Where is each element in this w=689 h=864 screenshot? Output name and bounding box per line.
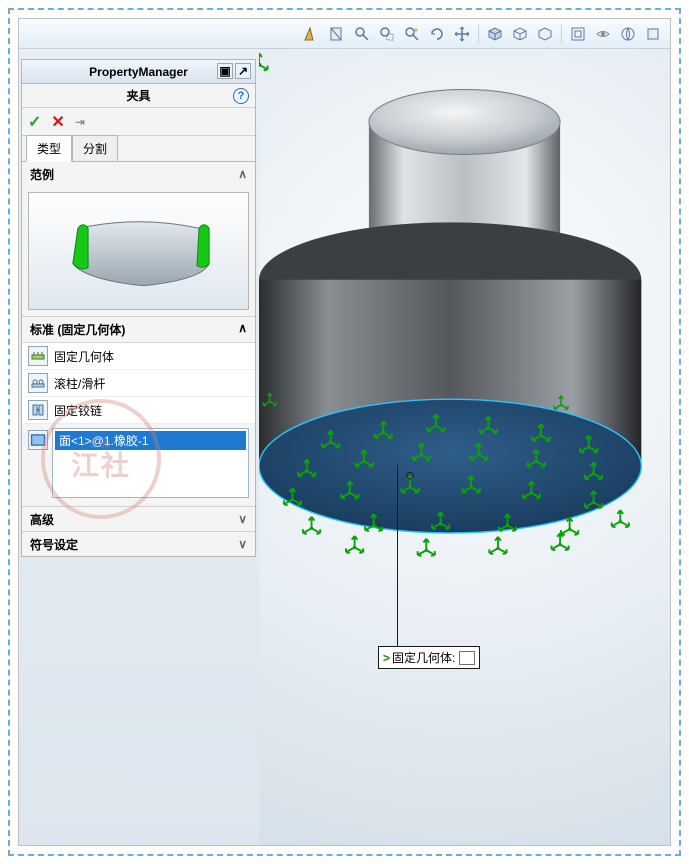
ok-button[interactable]: ✓ [28, 112, 41, 132]
scene-icon[interactable] [617, 23, 639, 45]
pm-header-controls: ▣ ↗ [217, 63, 251, 79]
fixed-geometry-icon [28, 346, 48, 366]
roller-icon [28, 373, 48, 393]
tooltip-arrow-glyph: > [383, 651, 390, 665]
ok-cancel-bar: ✓ ✕ ⇥ [22, 108, 255, 136]
chevron-up-icon: ∧ [238, 167, 247, 181]
section-advanced: 高级 ∨ [22, 507, 255, 532]
tab-type[interactable]: 类型 [26, 135, 72, 162]
chevron-down-icon: ∨ [238, 537, 247, 551]
graphics-viewport[interactable] [259, 49, 670, 845]
tab-split[interactable]: 分割 [72, 135, 118, 162]
toolbar-separator [561, 25, 562, 43]
model-scene [259, 49, 670, 845]
std-item-label: 滚柱/滑杆 [54, 375, 105, 392]
normal-to-icon[interactable] [301, 23, 323, 45]
chevron-up-icon: ∧ [238, 321, 247, 338]
pm-tabs: 类型 分割 [22, 136, 255, 162]
section-symbol-title: 符号设定 [30, 536, 78, 553]
wireframe-icon[interactable] [509, 23, 531, 45]
feature-name: 夹具 [126, 87, 150, 104]
selected-bottom-face[interactable] [259, 399, 641, 533]
shaded-icon[interactable] [484, 23, 506, 45]
pm-header: PropertyManager ▣ ↗ [22, 60, 255, 84]
hinge-icon [28, 400, 48, 420]
feature-name-header: 夹具 ? [22, 84, 255, 108]
section-advanced-header[interactable]: 高级 ∨ [22, 507, 255, 531]
watermark-cn: 江社 [71, 451, 131, 480]
apply-icon[interactable] [642, 23, 664, 45]
zoom-fit-icon[interactable] [351, 23, 373, 45]
section-example-header[interactable]: 范例 ∧ [22, 162, 255, 186]
watermark-en: SW [89, 437, 112, 451]
lower-cylinder [259, 222, 641, 533]
pan-icon[interactable] [451, 23, 473, 45]
section-symbol-header[interactable]: 符号设定 ∨ [22, 532, 255, 556]
fixture-glyphs [259, 53, 268, 70]
view-toolbar [19, 19, 670, 49]
rotate-icon[interactable] [426, 23, 448, 45]
fixture-tooltip: > 固定几何体: [378, 646, 480, 669]
section-advanced-title: 高级 [30, 511, 54, 528]
section-example: 范例 ∧ [22, 162, 255, 317]
section-view-icon[interactable] [326, 23, 348, 45]
cancel-button[interactable]: ✕ [51, 112, 64, 132]
section-example-title: 范例 [30, 166, 54, 183]
visibility-icon[interactable] [592, 23, 614, 45]
app-window: PropertyManager ▣ ↗ 夹具 ? ✓ ✕ ⇥ 类型 分割 范例 … [18, 18, 671, 846]
perspective-icon[interactable] [567, 23, 589, 45]
tooltip-label: 固定几何体: [392, 649, 455, 666]
help-icon[interactable]: ? [233, 88, 249, 104]
zoom-area-icon[interactable] [376, 23, 398, 45]
std-item-roller[interactable]: 滚柱/滑杆 [22, 370, 255, 397]
toolbar-separator [478, 25, 479, 43]
pm-expand-icon[interactable]: ↗ [235, 63, 251, 79]
example-thumbnail [28, 192, 249, 310]
chevron-down-icon: ∨ [238, 512, 247, 526]
section-standard-title: 标准 (固定几何体) [30, 321, 125, 338]
pm-pin-icon[interactable]: ▣ [217, 63, 233, 79]
zoom-select-icon[interactable] [401, 23, 423, 45]
tooltip-input[interactable] [459, 651, 475, 665]
hlr-icon[interactable] [534, 23, 556, 45]
tooltip-leader-line [397, 465, 398, 647]
section-standard-header[interactable]: 标准 (固定几何体) ∧ [22, 317, 255, 343]
pm-title: PropertyManager [89, 65, 188, 79]
std-item-label: 固定几何体 [54, 348, 114, 365]
std-item-fixed-geometry[interactable]: 固定几何体 [22, 343, 255, 370]
watermark-stamp: SW 江社 [41, 399, 161, 519]
section-symbol: 符号设定 ∨ [22, 532, 255, 556]
pushpin-icon[interactable]: ⇥ [75, 115, 85, 129]
